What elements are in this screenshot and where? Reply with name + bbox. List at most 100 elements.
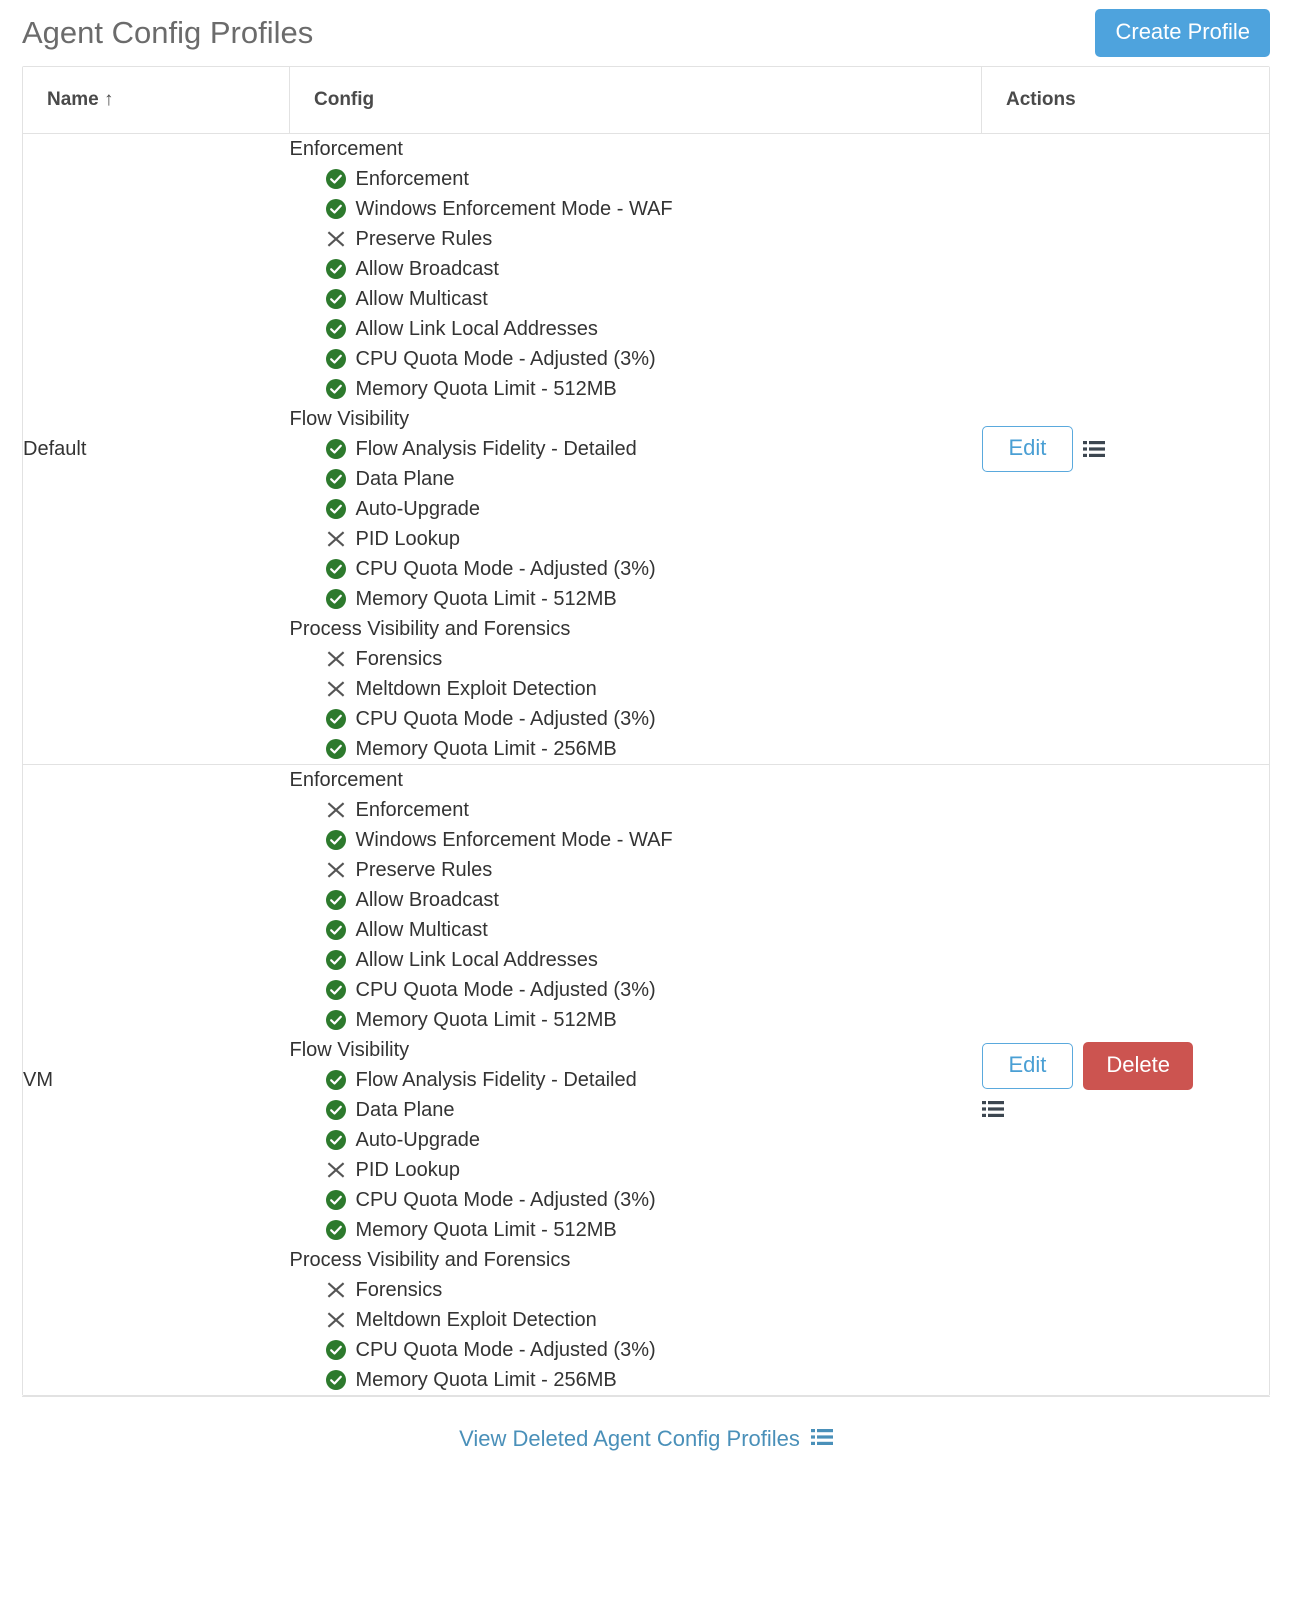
- config-item: Memory Quota Limit - 512MB: [325, 584, 982, 614]
- table-row: VM Enforcement Enforcement Windows Enforcem…: [23, 764, 1269, 1395]
- config-group-list: Flow Analysis Fidelity - Detailed Data Pl…: [290, 434, 982, 614]
- profile-name-cell: Default: [23, 133, 290, 765]
- close-x-icon: [325, 228, 347, 250]
- profile-actions-cell: Edit Delete: [981, 764, 1269, 1395]
- config-item-label: CPU Quota Mode - Adjusted (3%): [355, 1189, 656, 1211]
- check-circle-icon: [325, 1189, 347, 1211]
- check-circle-icon: [325, 498, 347, 520]
- config-item-label: CPU Quota Mode - Adjusted (3%): [355, 1339, 656, 1361]
- close-x-icon: [325, 1279, 347, 1301]
- profile-name-cell: VM: [23, 764, 290, 1395]
- config-item: CPU Quota Mode - Adjusted (3%): [325, 344, 982, 374]
- config-item-label: CPU Quota Mode - Adjusted (3%): [355, 708, 656, 730]
- column-header-config[interactable]: Config: [289, 67, 982, 134]
- check-circle-icon: [325, 919, 347, 941]
- table-header: Name ↑ Config Actions: [23, 67, 1269, 134]
- check-circle-icon: [325, 979, 347, 1001]
- config-item-label: Forensics: [355, 1279, 443, 1301]
- check-circle-icon: [325, 168, 347, 190]
- table-footer: View Deleted Agent Config Profiles: [22, 1396, 1270, 1481]
- config-group-title: Flow Visibility: [289, 408, 410, 430]
- check-circle-icon: [325, 708, 347, 730]
- view-deleted-profiles-label: View Deleted Agent Config Profiles: [459, 1426, 800, 1451]
- config-item: Flow Analysis Fidelity - Detailed: [325, 1065, 982, 1095]
- check-circle-icon: [325, 1069, 347, 1091]
- config-item: Allow Broadcast: [325, 254, 982, 284]
- config-item: Flow Analysis Fidelity - Detailed: [325, 434, 982, 464]
- config-item-label: PID Lookup: [355, 528, 461, 550]
- profiles-table: Name ↑ Config Actions Default Enforcement…: [23, 67, 1269, 1395]
- close-x-icon: [325, 678, 347, 700]
- view-deleted-profiles-link[interactable]: View Deleted Agent Config Profiles: [459, 1426, 833, 1452]
- create-profile-button[interactable]: Create Profile: [1095, 9, 1270, 57]
- config-item-label: Forensics: [355, 648, 443, 670]
- config-item: Allow Broadcast: [325, 885, 982, 915]
- config-item: Allow Link Local Addresses: [325, 945, 982, 975]
- config-group-title: Enforcement: [289, 769, 403, 791]
- check-circle-icon: [325, 438, 347, 460]
- check-circle-icon: [325, 1099, 347, 1121]
- config-item-label: Allow Multicast: [355, 288, 488, 310]
- close-x-icon: [325, 528, 347, 550]
- close-x-icon: [325, 859, 347, 881]
- check-circle-icon: [325, 558, 347, 580]
- config-item: Allow Link Local Addresses: [325, 314, 982, 344]
- config-item-label: Allow Link Local Addresses: [355, 949, 598, 971]
- agent-config-profiles-page: Agent Config Profiles Create Profile Nam…: [0, 0, 1294, 1621]
- config-item: Memory Quota Limit - 512MB: [325, 374, 982, 404]
- page-title: Agent Config Profiles: [22, 15, 314, 50]
- column-header-actions: Actions: [981, 67, 1269, 134]
- config-item: Auto-Upgrade: [325, 494, 982, 524]
- config-group-list: Flow Analysis Fidelity - Detailed Data Pl…: [290, 1065, 982, 1245]
- check-circle-icon: [325, 1339, 347, 1361]
- config-item: Memory Quota Limit - 256MB: [325, 734, 982, 764]
- config-item: CPU Quota Mode - Adjusted (3%): [325, 1335, 982, 1365]
- config-item: CPU Quota Mode - Adjusted (3%): [325, 1185, 982, 1215]
- check-circle-icon: [325, 468, 347, 490]
- close-x-icon: [325, 648, 347, 670]
- column-header-name[interactable]: Name ↑: [23, 67, 290, 134]
- config-item: Preserve Rules: [325, 855, 982, 885]
- config-item-label: Allow Broadcast: [355, 889, 499, 911]
- action-button-group: Edit Delete: [981, 1042, 1218, 1118]
- check-circle-icon: [325, 949, 347, 971]
- table-body: Default Enforcement Enforcement Windows Enf…: [23, 133, 1269, 1395]
- config-item: CPU Quota Mode - Adjusted (3%): [325, 554, 982, 584]
- table-header-row: Name ↑ Config Actions: [23, 67, 1269, 134]
- check-circle-icon: [325, 829, 347, 851]
- config-item: Meltdown Exploit Detection: [325, 674, 982, 704]
- config-item: Memory Quota Limit - 512MB: [325, 1215, 982, 1245]
- config-item-label: Enforcement: [355, 168, 469, 190]
- config-item-label: PID Lookup: [355, 1159, 461, 1181]
- config-group-list: Forensics Meltdown Exploit Detection CPU Q…: [290, 1275, 982, 1395]
- check-circle-icon: [325, 588, 347, 610]
- config-item: PID Lookup: [325, 524, 982, 554]
- config-item: Windows Enforcement Mode - WAF: [325, 825, 982, 855]
- config-group-list: Enforcement Windows Enforcement Mode - WA…: [290, 795, 982, 1035]
- edit-button[interactable]: Edit: [981, 1043, 1074, 1089]
- check-circle-icon: [325, 198, 347, 220]
- delete-button[interactable]: Delete: [1083, 1042, 1194, 1090]
- check-circle-icon: [325, 738, 347, 760]
- edit-button[interactable]: Edit: [981, 426, 1074, 472]
- profile-name: Default: [23, 437, 87, 460]
- list-icon[interactable]: [981, 1100, 1004, 1118]
- config-item: Auto-Upgrade: [325, 1125, 982, 1155]
- config-item-label: Meltdown Exploit Detection: [355, 678, 597, 700]
- config-item-label: Enforcement: [355, 799, 469, 821]
- config-item-label: Memory Quota Limit - 512MB: [355, 588, 617, 610]
- config-item: Enforcement: [325, 795, 982, 825]
- config-item: CPU Quota Mode - Adjusted (3%): [325, 975, 982, 1005]
- list-icon[interactable]: [1083, 440, 1106, 458]
- config-item-label: Flow Analysis Fidelity - Detailed: [355, 438, 637, 460]
- config-item: Preserve Rules: [325, 224, 982, 254]
- config-item-label: Preserve Rules: [355, 228, 493, 250]
- config-item-label: CPU Quota Mode - Adjusted (3%): [355, 979, 656, 1001]
- page-header: Agent Config Profiles Create Profile: [0, 0, 1294, 66]
- config-item-label: Windows Enforcement Mode - WAF: [355, 829, 673, 851]
- config-item-label: Data Plane: [355, 1099, 455, 1121]
- check-circle-icon: [325, 1129, 347, 1151]
- config-group-title: Process Visibility and Forensics: [289, 1249, 571, 1271]
- config-item: Windows Enforcement Mode - WAF: [325, 194, 982, 224]
- config-item: PID Lookup: [325, 1155, 982, 1185]
